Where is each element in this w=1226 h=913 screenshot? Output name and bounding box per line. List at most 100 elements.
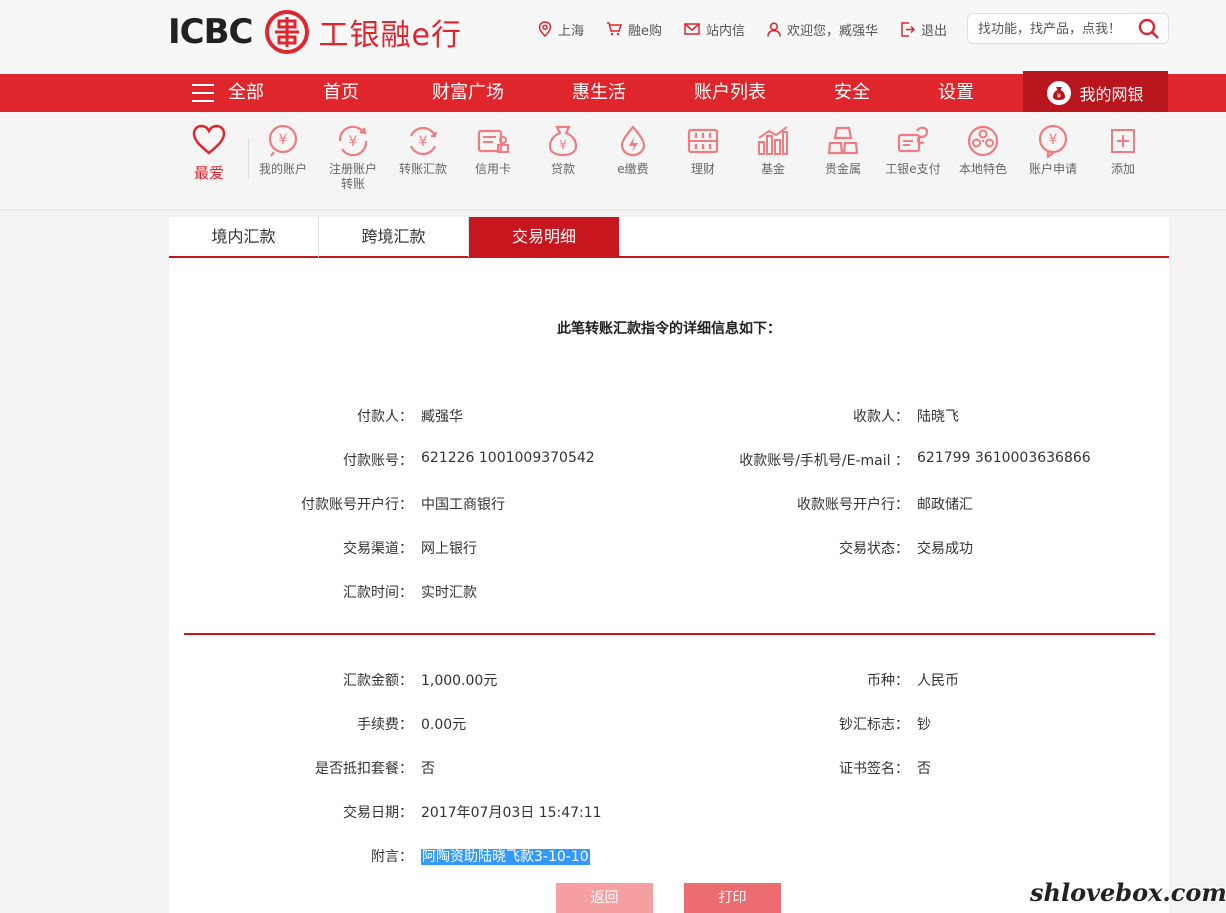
remark-value[interactable]: 阿陶资助陆晓飞款3-10-10 (421, 846, 590, 866)
payer-account-label: 付款账号： (343, 453, 413, 469)
shortcut-credit-card[interactable]: 信用卡 (458, 124, 528, 177)
logout-link[interactable]: 退出 (900, 20, 947, 39)
nav-home[interactable]: 首页 (323, 74, 359, 112)
plus-icon (1111, 129, 1135, 153)
rong-e-gou-link[interactable]: 融e购 (606, 20, 662, 39)
shortcut-my-account[interactable]: ¥ 我的账户 (248, 124, 318, 177)
shortcut-label: 理财 (690, 162, 715, 176)
cash-flag-value: 钞 (917, 717, 931, 733)
channel-label: 交易渠道： (343, 541, 413, 557)
heart-icon (192, 124, 226, 155)
messages-link[interactable]: 站内信 (684, 20, 745, 39)
shortcut-label: 工银e支付 (885, 162, 941, 176)
date-value: 2017年07月03日 15:47:11 (421, 805, 602, 821)
date-label: 交易日期： (343, 805, 413, 821)
shortcut-loan[interactable]: ¥ 贷款 (528, 124, 598, 177)
shortcut-transfer-remit[interactable]: ¥ 转账汇款 (388, 124, 458, 177)
search-box (967, 13, 1169, 44)
money-bag-icon: ¥ (1047, 81, 1072, 105)
bar-chart-icon (758, 126, 788, 155)
shortcut-label: 信用卡 (474, 162, 511, 176)
cash-flag-label: 钞汇标志： (839, 717, 909, 733)
welcome-user-link[interactable]: 欢迎您，臧强华 (767, 20, 878, 39)
top-links: 上海 融e购 站内信 欢迎您，臧强华 退出 (538, 18, 969, 40)
status-value: 交易成功 (917, 541, 973, 557)
remark-selected-text[interactable]: 阿陶资助陆晓飞款3-10-10 (421, 849, 590, 865)
amount-value: 1,000.00元 (421, 673, 498, 689)
search-input[interactable] (978, 18, 1133, 40)
cert-value: 否 (917, 761, 931, 777)
watermark: shlovebox.com (1030, 878, 1226, 907)
shortcut-icbc-epay[interactable]: 工银e支付 (878, 124, 948, 177)
my-online-bank-button[interactable]: ¥ 我的网银 (1023, 71, 1168, 115)
logo-text-cn: 工银融e行 (318, 18, 462, 53)
svg-text:¥: ¥ (349, 134, 358, 150)
nav-all-menu[interactable]: 全部 (192, 74, 264, 112)
payer-bank-label: 付款账号开户行： (301, 497, 413, 513)
icbc-logo[interactable]: ICBC 工银融e行 (168, 8, 462, 56)
print-button[interactable]: 打印 (684, 883, 781, 913)
film-reel-icon (967, 125, 999, 157)
fee-value: 0.00元 (421, 717, 467, 733)
shortcut-label: 账户申请 (1028, 162, 1077, 176)
logout-label: 退出 (921, 23, 948, 39)
amount-label: 汇款金额： (343, 673, 413, 689)
payee-value: 陆晓飞 (917, 409, 959, 425)
shortcut-label: 转账汇款 (398, 162, 447, 176)
payee-label: 收款人： (853, 409, 909, 425)
search-icon[interactable] (1138, 18, 1160, 40)
shortcut-label: 注册账户 转账 (328, 162, 377, 191)
svg-text:¥: ¥ (559, 138, 567, 152)
shortcut-precious-metal[interactable]: 贵金属 (808, 124, 878, 177)
shortcut-label: 我的账户 (258, 162, 307, 176)
payee-bank-value: 邮政储汇 (917, 497, 973, 513)
nav-wealth-square[interactable]: 财富广场 (432, 74, 504, 112)
my-online-bank-label: 我的网银 (1079, 85, 1144, 104)
logo-text-en: ICBC (168, 12, 253, 52)
svg-text:¥: ¥ (419, 134, 428, 150)
welcome-label: 欢迎您，臧强华 (787, 23, 879, 39)
shortcut-label: e缴费 (617, 162, 649, 176)
shortcut-label: 贷款 (550, 162, 575, 176)
favorites-shortcut[interactable]: 最爱 (190, 124, 228, 183)
payer-label: 付款人： (357, 409, 413, 425)
status-label: 交易状态： (839, 541, 909, 557)
cert-label: 证书签名： (839, 761, 909, 777)
svg-text:¥: ¥ (1049, 132, 1058, 148)
epay-card-icon (897, 126, 929, 153)
transaction-detail-panel: 境内汇款 跨境汇款 交易明细 此笔转账汇款指令的详细信息如下： 付款人： 臧强华… (169, 217, 1169, 913)
nav-security[interactable]: 安全 (834, 74, 870, 112)
yen-apply-icon: ¥ (1038, 124, 1068, 158)
currency-label: 币种： (867, 673, 909, 689)
yen-exchange-icon: ¥ (409, 126, 438, 156)
logout-icon (901, 21, 916, 37)
tab-crossborder-remit[interactable]: 跨境汇款 (319, 217, 469, 257)
credit-card-icon (477, 129, 509, 153)
mail-icon (684, 23, 700, 35)
remark-label: 附言： (371, 849, 413, 865)
favorites-label: 最爱 (193, 164, 224, 182)
location-link[interactable]: 上海 (538, 20, 584, 39)
nav-settings[interactable]: 设置 (938, 74, 974, 112)
tab-transaction-detail[interactable]: 交易明细 (469, 217, 619, 257)
shortcut-registered-transfer[interactable]: ¥ 注册账户 转账 (318, 124, 388, 192)
tab-domestic-remit[interactable]: 境内汇款 (169, 217, 319, 257)
top-header: ICBC 工银融e行 上海 融e购 站内信 欢迎您，臧强华 退出 (0, 0, 1226, 74)
detail-heading: 此笔转账汇款指令的详细信息如下： (557, 321, 781, 337)
shortcut-label: 添加 (1110, 162, 1135, 176)
section-divider (184, 633, 1155, 635)
nav-life[interactable]: 惠生活 (572, 74, 626, 112)
back-button[interactable]: 返回 (556, 883, 653, 913)
channel-value: 网上银行 (421, 541, 477, 557)
shortcut-e-payment[interactable]: e缴费 (598, 124, 668, 177)
remit-time-value: 实时汇款 (421, 585, 477, 601)
shortcut-add[interactable]: 添加 (1088, 124, 1158, 177)
shortcut-wealth-mgmt[interactable]: 理财 (668, 124, 738, 177)
shortcut-local-feature[interactable]: 本地特色 (948, 124, 1018, 177)
shortcut-account-apply[interactable]: ¥ 账户申请 (1018, 124, 1088, 177)
nav-account-list[interactable]: 账户列表 (694, 74, 766, 112)
shortcut-fund[interactable]: 基金 (738, 124, 808, 177)
payee-bank-label: 收款账号开户行： (797, 497, 909, 513)
remit-tabs: 境内汇款 跨境汇款 交易明细 (169, 217, 1169, 258)
main-nav: 全部 首页 财富广场 惠生活 账户列表 安全 设置 ¥ 我的网银 (0, 71, 1226, 115)
